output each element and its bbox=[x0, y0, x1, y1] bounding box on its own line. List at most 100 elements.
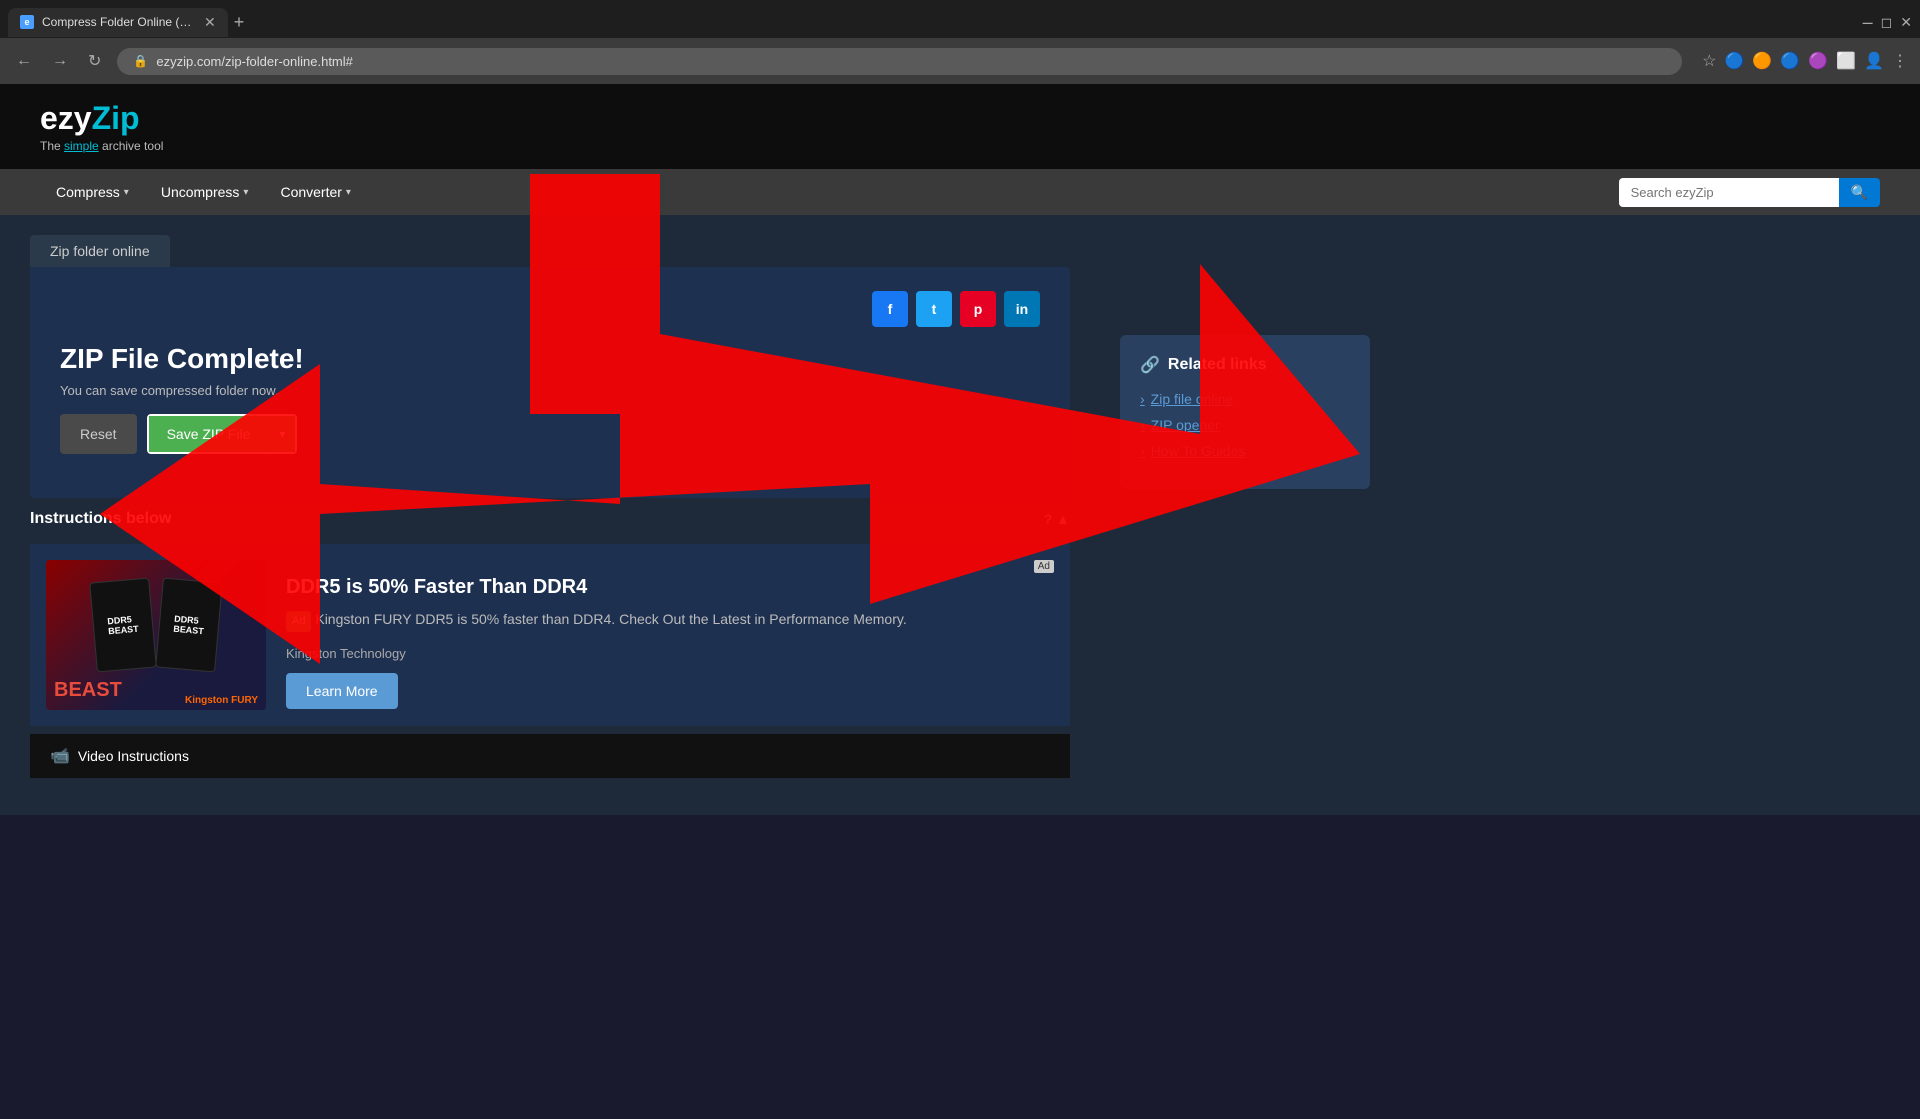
instructions-label: Instructions below bbox=[30, 510, 171, 528]
minimize-icon: – bbox=[1863, 12, 1873, 33]
tab-bar: e Compress Folder Online (No lim... ✕ + … bbox=[0, 0, 1920, 38]
video-label: Video Instructions bbox=[78, 748, 189, 764]
logo-tagline-simple: simple bbox=[64, 139, 99, 153]
pinterest-button[interactable]: p bbox=[960, 291, 996, 327]
related-links-box: 🔗 Related links › Zip file online › ZIP … bbox=[1120, 335, 1370, 489]
ad-image: DDR5BEAST DDR5BEAST BEAST Kingston FURY bbox=[46, 560, 266, 710]
compress-chevron-icon: ▾ bbox=[124, 187, 129, 198]
ad-company: Kingston Technology bbox=[286, 646, 1054, 661]
content-box: f t p in ZIP File Complete! You can save… bbox=[30, 267, 1070, 498]
extension-icon-4[interactable]: 🟣 bbox=[1808, 51, 1828, 71]
site-header: ezyZip The simple archive tool bbox=[0, 84, 1920, 169]
active-tab[interactable]: e Compress Folder Online (No lim... ✕ bbox=[8, 8, 228, 37]
social-icons: f t p in bbox=[60, 291, 1040, 327]
instructions-help-icon[interactable]: ? ▲ bbox=[1044, 511, 1070, 527]
profile-icon[interactable]: 👤 bbox=[1864, 51, 1884, 71]
page-tab[interactable]: Zip folder online bbox=[30, 235, 170, 267]
zip-complete-title: ZIP File Complete! bbox=[60, 343, 1040, 375]
search-input[interactable] bbox=[1619, 178, 1839, 207]
browser-chrome: e Compress Folder Online (No lim... ✕ + … bbox=[0, 0, 1920, 84]
pinterest-icon: p bbox=[974, 301, 983, 317]
nav-search: 🔍 bbox=[1619, 178, 1880, 207]
url-bar[interactable]: 🔒 ezyzip.com/zip-folder-online.html# bbox=[117, 48, 1682, 75]
logo-text: ezyZip bbox=[40, 100, 163, 137]
related-link-zip-opener[interactable]: › ZIP opener bbox=[1140, 417, 1350, 433]
search-button[interactable]: 🔍 bbox=[1839, 178, 1880, 207]
save-zip-group: Save ZIP File ▾ bbox=[147, 414, 298, 454]
ad-section: DDR5BEAST DDR5BEAST BEAST Kingston FURY … bbox=[30, 544, 1070, 726]
link-icon: 🔗 bbox=[1140, 355, 1160, 375]
compress-label: Compress bbox=[56, 184, 120, 200]
related-link-zip-file-online-label: Zip file online bbox=[1151, 391, 1234, 407]
nav-converter[interactable]: Converter ▾ bbox=[264, 172, 367, 212]
reload-button[interactable]: ↻ bbox=[84, 47, 105, 75]
nav-menu: Compress ▾ Uncompress ▾ Converter ▾ bbox=[40, 172, 367, 212]
website-wrapper: ezyZip The simple archive tool Compress … bbox=[0, 84, 1920, 815]
logo-tagline: The simple archive tool bbox=[40, 139, 163, 153]
nav-compress[interactable]: Compress ▾ bbox=[40, 172, 145, 212]
save-zip-dropdown-button[interactable]: ▾ bbox=[268, 416, 295, 452]
bookmark-icon[interactable]: ☆ bbox=[1702, 51, 1716, 71]
save-zip-button[interactable]: Save ZIP File bbox=[149, 416, 269, 452]
ad-badge: Ad bbox=[286, 611, 311, 632]
tab-favicon: e bbox=[20, 15, 34, 29]
zip-complete-subtitle: You can save compressed folder now. bbox=[60, 383, 1040, 398]
close-window-icon[interactable]: ✕ bbox=[1900, 14, 1912, 31]
linkedin-button[interactable]: in bbox=[1004, 291, 1040, 327]
extension-icon-1[interactable]: 🔵 bbox=[1724, 51, 1744, 71]
uncompress-chevron-icon: ▾ bbox=[243, 187, 248, 198]
twitter-icon: t bbox=[932, 301, 937, 317]
uncompress-label: Uncompress bbox=[161, 184, 240, 200]
video-section: 📹 Video Instructions bbox=[30, 734, 1070, 778]
video-icon: 📹 bbox=[50, 746, 70, 766]
facebook-button[interactable]: f bbox=[872, 291, 908, 327]
linkedin-icon: in bbox=[1016, 301, 1028, 317]
ad-content: Ad DDR5 is 50% Faster Than DDR4 Ad Kings… bbox=[286, 560, 1054, 709]
reset-button[interactable]: Reset bbox=[60, 414, 137, 454]
main-content: Zip folder online f t p in bbox=[0, 215, 1100, 815]
ad-corner-badge: Ad bbox=[286, 560, 1054, 572]
address-bar: ← → ↻ 🔒 ezyzip.com/zip-folder-online.htm… bbox=[0, 38, 1920, 84]
related-link-zip-opener-label: ZIP opener bbox=[1151, 417, 1220, 433]
main-layout: Zip folder online f t p in bbox=[0, 215, 1920, 815]
chevron-icon-3: › bbox=[1140, 443, 1145, 459]
site-nav: Compress ▾ Uncompress ▾ Converter ▾ 🔍 bbox=[0, 169, 1920, 215]
ad-badge-icon: Ad bbox=[292, 613, 305, 630]
back-button[interactable]: ← bbox=[12, 48, 36, 74]
ad-description-text: Kingston FURY DDR5 is 50% faster than DD… bbox=[315, 611, 906, 627]
tab-close-button[interactable]: ✕ bbox=[204, 14, 216, 31]
related-link-how-to-guides-label: How To Guides bbox=[1151, 443, 1246, 459]
restore-icon: ◻ bbox=[1881, 14, 1893, 31]
twitter-button[interactable]: t bbox=[916, 291, 952, 327]
chevron-icon-2: › bbox=[1140, 417, 1145, 433]
new-tab-button[interactable]: + bbox=[234, 12, 245, 33]
instructions-bar: Instructions below ? ▲ bbox=[30, 498, 1070, 536]
ad-title: DDR5 is 50% Faster Than DDR4 bbox=[286, 576, 1054, 599]
browser-actions: ☆ 🔵 🟠 🔵 🟣 ⬜ 👤 ⋮ bbox=[1702, 51, 1908, 71]
menu-icon[interactable]: ⋮ bbox=[1892, 51, 1908, 71]
converter-chevron-icon: ▾ bbox=[346, 187, 351, 198]
url-text: ezyzip.com/zip-folder-online.html# bbox=[156, 54, 353, 69]
action-buttons: Reset Save ZIP File ▾ bbox=[60, 414, 1040, 454]
tab-title: Compress Folder Online (No lim... bbox=[42, 15, 192, 29]
forward-button[interactable]: → bbox=[48, 48, 72, 74]
extensions-puzzle-icon[interactable]: ⬜ bbox=[1836, 51, 1856, 71]
logo-ezy: ezy bbox=[40, 100, 92, 136]
extension-icon-3[interactable]: 🔵 bbox=[1780, 51, 1800, 71]
facebook-icon: f bbox=[888, 301, 893, 317]
extension-icon-2[interactable]: 🟠 bbox=[1752, 51, 1772, 71]
related-link-how-to-guides[interactable]: › How To Guides bbox=[1140, 443, 1350, 459]
related-links-title: 🔗 Related links bbox=[1140, 355, 1350, 375]
converter-label: Converter bbox=[280, 184, 341, 200]
page-tab-label: Zip folder online bbox=[50, 243, 150, 259]
related-link-zip-file-online[interactable]: › Zip file online bbox=[1140, 391, 1350, 407]
chevron-icon-1: › bbox=[1140, 391, 1145, 407]
learn-more-button[interactable]: Learn More bbox=[286, 673, 398, 709]
logo[interactable]: ezyZip The simple archive tool bbox=[40, 100, 163, 153]
logo-zip: Zip bbox=[92, 100, 140, 136]
ad-description: Ad Kingston FURY DDR5 is 50% faster than… bbox=[286, 609, 1054, 638]
related-links-heading: Related links bbox=[1168, 356, 1267, 374]
nav-uncompress[interactable]: Uncompress ▾ bbox=[145, 172, 265, 212]
lock-icon: 🔒 bbox=[133, 54, 148, 68]
sidebar: 🔗 Related links › Zip file online › ZIP … bbox=[1100, 215, 1390, 815]
